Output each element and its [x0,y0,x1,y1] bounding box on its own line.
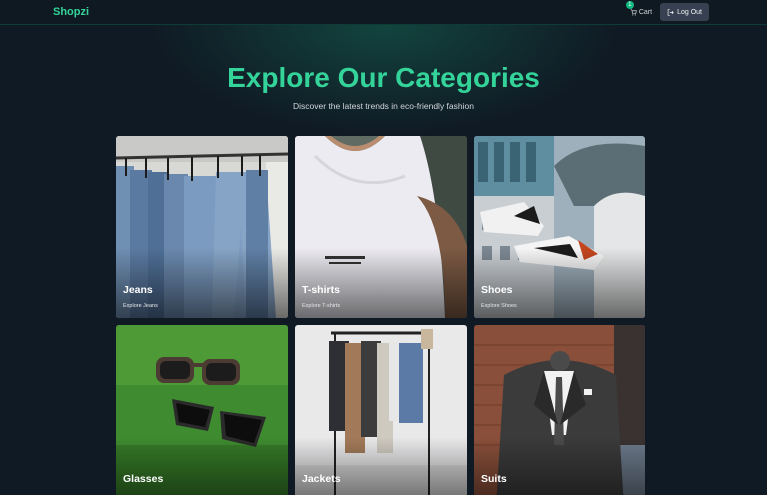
page-subtitle: Discover the latest trends in eco-friend… [293,101,474,111]
navbar: Shopzi 1 Cart Log Out [0,0,767,25]
nav-actions: 1 Cart Log Out [625,0,709,21]
page-title: Explore Our Categories [227,62,540,93]
category-card-jackets[interactable]: Jackets [295,325,467,495]
category-card-suits[interactable]: Suits [474,325,645,495]
card-shade [295,437,467,495]
brand-logo[interactable]: Shopzi [53,6,89,18]
card-shade [116,437,288,495]
category-description: Explore Jeans [123,303,158,309]
category-description: Explore Shoes [481,303,517,309]
cart-label: Cart [638,8,653,16]
category-card-glasses[interactable]: Glasses [116,325,288,495]
category-name: T-shirts [302,284,340,296]
category-name: Shoes [481,284,513,296]
cart-icon [630,8,637,16]
cart-link[interactable]: 1 Cart [625,0,653,16]
logout-label: Log Out [677,8,702,16]
cart-count-badge: 1 [625,0,634,9]
logout-button[interactable]: Log Out [660,3,709,21]
category-name: Jeans [123,284,153,296]
category-name: Jackets [302,473,341,485]
category-name: Suits [481,473,507,485]
category-name: Glasses [123,473,164,485]
category-card-jeans[interactable]: Jeans Explore Jeans [116,136,288,318]
category-card-shoes[interactable]: Shoes Explore Shoes [474,136,645,318]
category-description: Explore T-shirts [302,303,341,309]
card-shade [474,437,645,495]
category-card-tshirts[interactable]: T-shirts Explore T-shirts [295,136,467,318]
category-grid: Jeans Explore Jeans T-shirts Explore T-s… [116,136,645,495]
logout-icon [667,8,674,16]
